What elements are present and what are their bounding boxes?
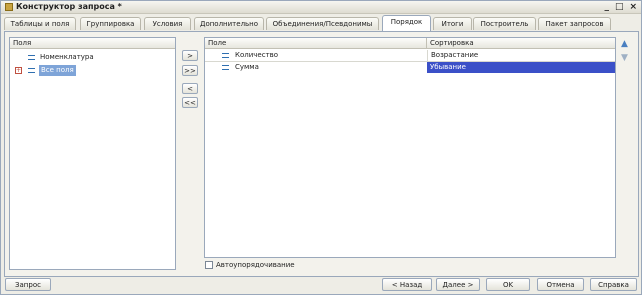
- tab-builder[interactable]: Построитель: [473, 17, 536, 30]
- move-right-button[interactable]: >: [182, 50, 198, 61]
- field-icon: [222, 53, 229, 58]
- order-table[interactable]: Поле Сортировка Количество Возрастание С…: [204, 37, 616, 258]
- tab-order[interactable]: Порядок: [382, 15, 431, 31]
- move-all-left-button[interactable]: <<: [182, 97, 198, 108]
- app-icon: [5, 3, 13, 11]
- close-icon[interactable]: ×: [629, 1, 637, 13]
- row-sort[interactable]: Убывание: [427, 62, 615, 73]
- move-up-icon[interactable]: ▲: [619, 40, 630, 49]
- fields-header: Поля: [10, 38, 175, 49]
- tab-totals[interactable]: Итоги: [433, 17, 472, 30]
- list-item-label: Все поля: [39, 65, 76, 76]
- query-button[interactable]: Запрос: [5, 278, 51, 291]
- list-item[interactable]: Номенклатура: [10, 52, 175, 63]
- move-left-button[interactable]: <: [182, 83, 198, 94]
- tab-grouping[interactable]: Группировка: [80, 17, 141, 30]
- minimize-icon[interactable]: _: [604, 1, 609, 13]
- query-constructor-window: Конструктор запроса * _ □ × Таблицы и по…: [0, 0, 642, 295]
- help-button[interactable]: Справка: [590, 278, 637, 291]
- list-item[interactable]: + Все поля: [10, 65, 175, 76]
- ok-button[interactable]: OK: [486, 278, 530, 291]
- tab-conditions[interactable]: Условия: [144, 17, 191, 30]
- row-field: Сумма: [235, 63, 259, 71]
- available-fields-list[interactable]: Поля Номенклатура + Все поля: [9, 37, 176, 270]
- tab-bar: Таблицы и поля Группировка Условия Допол…: [1, 15, 641, 31]
- tab-additional[interactable]: Дополнительно: [194, 17, 264, 30]
- auto-order-label[interactable]: Автоупорядочивание: [216, 260, 295, 270]
- table-row[interactable]: Сумма Убывание: [205, 62, 615, 73]
- field-icon: [28, 68, 35, 73]
- dialog-button-bar: Запрос < Назад Далее > OK Отмена Справка: [1, 277, 641, 293]
- order-tab-content: Поля Номенклатура + Все поля > >> < << П…: [4, 31, 639, 277]
- expand-icon[interactable]: +: [15, 67, 22, 74]
- move-all-right-button[interactable]: >>: [182, 65, 198, 76]
- title-bar: Конструктор запроса * _ □ ×: [1, 1, 641, 14]
- column-header-sort[interactable]: Сортировка: [427, 38, 615, 49]
- row-field: Количество: [235, 51, 279, 59]
- list-item-label: Номенклатура: [40, 53, 94, 61]
- window-title: Конструктор запроса *: [16, 2, 122, 11]
- field-icon: [222, 65, 229, 70]
- move-down-icon[interactable]: ▼: [619, 54, 630, 63]
- back-button[interactable]: < Назад: [382, 278, 432, 291]
- window-controls: _ □ ×: [604, 1, 637, 13]
- cancel-button[interactable]: Отмена: [537, 278, 584, 291]
- auto-order-checkbox[interactable]: [205, 261, 213, 269]
- maximize-icon[interactable]: □: [615, 1, 624, 13]
- table-row[interactable]: Количество Возрастание: [205, 50, 615, 62]
- next-button[interactable]: Далее >: [436, 278, 480, 291]
- field-icon: [28, 55, 35, 60]
- row-sort[interactable]: Возрастание: [427, 50, 615, 61]
- column-header-field[interactable]: Поле: [205, 38, 427, 49]
- tab-unions-aliases[interactable]: Объединения/Псевдонимы: [266, 17, 379, 30]
- tab-tables-fields[interactable]: Таблицы и поля: [4, 17, 76, 30]
- tab-query-batch[interactable]: Пакет запросов: [538, 17, 611, 30]
